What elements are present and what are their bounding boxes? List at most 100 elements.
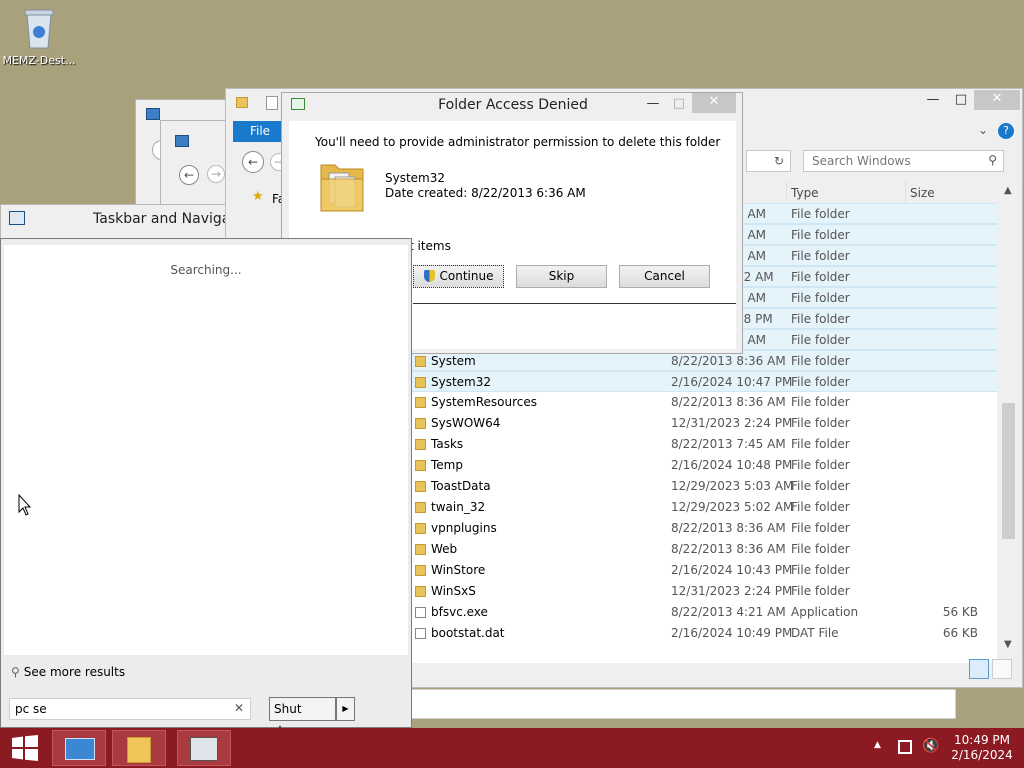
control-panel-icon [65, 738, 95, 760]
details-view-button[interactable] [969, 659, 989, 679]
taskbar-task-manager[interactable] [177, 730, 231, 766]
row-name: twain_32 [431, 500, 486, 514]
start-search-panel[interactable]: Searching... ⚲ See more results pc se ✕ S… [0, 238, 412, 738]
column-header-type[interactable]: Type [786, 181, 904, 205]
file-tab[interactable]: File [233, 121, 287, 142]
recycle-bin-icon [21, 6, 57, 50]
row-name: WinStore [431, 563, 486, 577]
refresh-button[interactable]: ↻ [769, 151, 789, 171]
cancel-button[interactable]: Cancel [619, 265, 710, 288]
table-row[interactable]: bfsvc.exe 8/22/2013 4:21 AM Application 56 … [411, 602, 997, 623]
clear-search-icon[interactable]: ✕ [234, 701, 244, 715]
volume-muted-icon[interactable]: 🔇 [922, 738, 939, 754]
folder-icon [415, 565, 426, 576]
dialog-maximize-button[interactable]: □ [668, 95, 690, 115]
ribbon-expand-icon[interactable]: ⌄ [978, 123, 988, 137]
table-row[interactable]: Temp 2/16/2024 10:48 PM File folder [411, 455, 997, 476]
folder-icon [415, 460, 426, 471]
maximize-button[interactable]: □ [948, 91, 974, 111]
start-search-value: pc se [15, 702, 47, 716]
table-row[interactable]: bootstat.dat 2/16/2024 10:49 PM DAT File 66… [411, 623, 997, 644]
row-date: 12/29/2023 5:02 AM [671, 500, 794, 514]
clock[interactable]: 10:49 PM 2/16/2024 [942, 733, 1022, 763]
properties-window-icon [9, 211, 25, 225]
row-type: File folder [791, 249, 850, 263]
taskbar-control-panel[interactable] [52, 730, 106, 766]
row-name: bfsvc.exe [431, 605, 488, 619]
dialog-minimize-button[interactable]: — [642, 95, 664, 115]
see-more-label: See more results [23, 665, 126, 679]
row-name: Temp [431, 458, 463, 472]
clock-time: 10:49 PM [954, 733, 1010, 747]
row-type: File folder [791, 563, 850, 577]
row-date: 8/22/2013 4:21 AM [671, 605, 786, 619]
row-type: Application [791, 605, 859, 619]
table-row[interactable]: System32 2/16/2024 10:47 PM File folder [411, 371, 997, 392]
row-type: File folder [791, 354, 850, 368]
table-row[interactable]: Web 8/22/2013 8:36 AM File folder [411, 539, 997, 560]
taskbar-file-explorer[interactable] [112, 730, 166, 766]
scroll-down-arrow[interactable]: ▼ [1004, 639, 1012, 650]
windows-logo-icon [12, 735, 38, 761]
shutdown-button[interactable]: Shut down [269, 697, 336, 738]
nav-back-icon[interactable]: ← [179, 165, 199, 185]
table-row[interactable]: SystemResources 8/22/2013 8:36 AM File fol… [411, 392, 997, 413]
show-hidden-icons-button[interactable]: ▲ [874, 740, 881, 750]
file-explorer-icon [127, 737, 151, 763]
column-header-size[interactable]: Size [905, 181, 995, 205]
control-panel-icon [175, 135, 189, 147]
row-date: 8/22/2013 7:45 AM [671, 437, 786, 451]
see-more-results-link[interactable]: ⚲ See more results [11, 665, 125, 679]
close-button[interactable]: ✕ [974, 90, 1020, 110]
file-icon [415, 607, 426, 618]
recycle-bin-desktop-icon[interactable]: MEMZ-Dest... [2, 6, 76, 67]
folder-icon [415, 523, 426, 534]
row-date: 8/22/2013 8:36 AM [671, 542, 786, 556]
scroll-thumb[interactable] [1002, 403, 1015, 539]
uac-shield-icon [423, 270, 435, 282]
folder-icon [415, 586, 426, 597]
folder-icon [236, 97, 248, 108]
large-icons-view-button[interactable] [992, 659, 1012, 679]
folder-icon [415, 397, 426, 408]
row-name: SysWOW64 [431, 416, 501, 430]
row-type: File folder [791, 437, 850, 451]
file-icon [415, 628, 426, 639]
folder-date-created: Date created: 8/22/2013 6:36 AM [385, 186, 586, 200]
table-row[interactable]: WinStore 2/16/2024 10:43 PM File folder [411, 560, 997, 581]
properties-quick-icon[interactable] [266, 96, 278, 110]
table-row[interactable]: ToastData 12/29/2023 5:03 AM File folder [411, 476, 997, 497]
shutdown-options-button[interactable]: ▶ [336, 697, 355, 721]
control-panel-icon [146, 108, 160, 120]
table-row[interactable]: Tasks 8/22/2013 7:45 AM File folder [411, 434, 997, 455]
dialog-close-button[interactable]: ✕ [692, 93, 736, 113]
back-button[interactable]: ← [242, 151, 264, 173]
start-button[interactable] [0, 730, 50, 766]
favorites-star-icon: ★ [252, 189, 264, 204]
row-type: File folder [791, 312, 850, 326]
folder-icon [415, 418, 426, 429]
row-date: 12/31/2023 2:24 PM [671, 584, 793, 598]
continue-button[interactable]: Continue [413, 265, 504, 288]
folder-name: System32 [385, 171, 446, 185]
skip-button[interactable]: Skip [516, 265, 607, 288]
table-row[interactable]: twain_32 12/29/2023 5:02 AM File folder [411, 497, 997, 518]
row-name: System [431, 354, 476, 368]
search-box[interactable]: Search Windows ⚲ [803, 150, 1004, 172]
table-row[interactable]: vpnplugins 8/22/2013 8:36 AM File folder [411, 518, 997, 539]
minimize-button[interactable]: — [920, 91, 946, 111]
help-icon[interactable]: ? [998, 123, 1014, 139]
row-type: File folder [791, 228, 850, 242]
row-type: File folder [791, 521, 850, 535]
network-icon[interactable] [898, 740, 912, 754]
nav-forward-icon[interactable]: → [207, 165, 225, 183]
row-name: Tasks [431, 437, 464, 451]
scroll-up-arrow[interactable]: ▲ [1004, 185, 1012, 196]
start-search-input[interactable]: pc se ✕ [9, 698, 251, 720]
folder-icon [415, 356, 426, 367]
table-row[interactable]: SysWOW64 12/31/2023 2:24 PM File folder [411, 413, 997, 434]
table-row[interactable]: WinSxS 12/31/2023 2:24 PM File folder [411, 581, 997, 602]
folder-icon [415, 377, 426, 388]
vertical-scrollbar[interactable]: ▲ ▼ [1000, 183, 1017, 655]
row-type: File folder [791, 479, 850, 493]
